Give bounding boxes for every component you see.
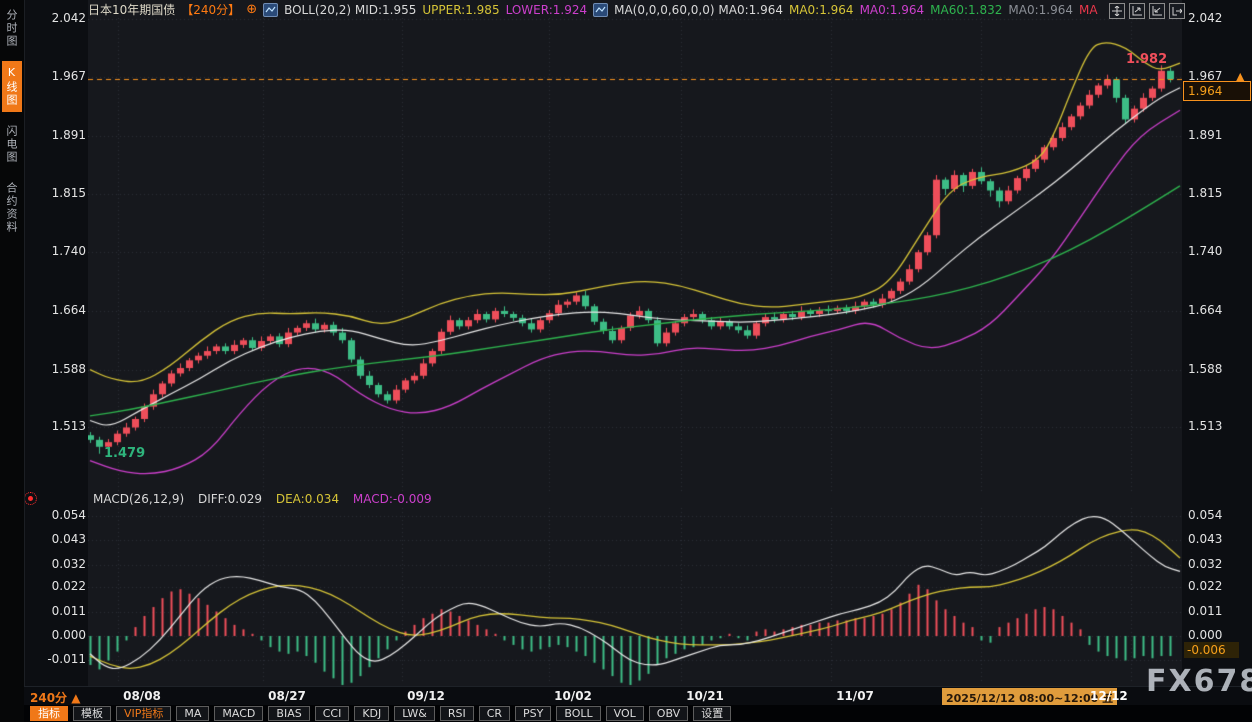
price-label-right: 1.588 [1188,362,1222,376]
ma0-gray-label: MA0:1.964 [1008,3,1073,17]
macd-level-label-left: 0.054 [26,508,86,522]
price-label-right: 1.664 [1188,303,1222,317]
date-label: 11/07 [836,689,874,703]
template-button[interactable]: 模板 [73,706,111,721]
chart-header: 日本10年期国债 【240分】 ⊕ BOLL(20,2) MID:1.955 U… [88,2,1098,17]
date-label: 10/02 [554,689,592,703]
sidebar-item-lightning-chart[interactable]: 闪电图 [2,120,22,169]
boll-chart-icon[interactable] [263,3,278,17]
boll-upper-label: UPPER:1.985 [422,3,499,17]
price-label-left: 1.967 [26,69,86,83]
price-label-right: 1.513 [1188,419,1222,433]
date-label: 08/08 [123,689,161,703]
boll-lower-label: LOWER:1.924 [506,3,588,17]
macd-level-label-right: 0.054 [1188,508,1222,522]
indicator-tab-cr[interactable]: CR [479,706,510,721]
macd-level-label-left: 0.000 [26,628,86,642]
price-label-left: 1.513 [26,419,86,433]
chart-tool-icons [1109,3,1185,19]
date-label: 08/27 [268,689,306,703]
period-selector[interactable]: 240分 ▲ [30,689,80,706]
indicator-tab-bias[interactable]: BIAS [268,706,309,721]
macd-header: MACD(26,12,9) DIFF:0.029 DEA:0.034 MACD:… [93,492,442,506]
price-label-left: 1.891 [26,128,86,142]
ma0-white-label: MA0:1.964 [718,3,783,17]
macd-title-label: MACD(26,12,9) [93,492,184,506]
macd-level-label-right: 0.000 [1188,628,1222,642]
price-label-left: 1.815 [26,186,86,200]
sidebar-item-kline-chart[interactable]: K线图 [2,61,22,112]
boll-name-label: BOLL(20,2) MID:1.955 [284,3,416,17]
macd-level-label-right: 0.043 [1188,532,1222,546]
price-label-right: 1.891 [1188,128,1222,142]
ma-chart-icon[interactable] [593,3,608,17]
price-label-right: 1.740 [1188,244,1222,258]
exit-fullscreen-icon[interactable] [1169,3,1185,19]
indicator-tab-lw[interactable]: LW& [394,706,435,721]
kline-macd-chart-canvas[interactable] [88,0,1182,686]
indicator-tab-obv[interactable]: OBV [649,706,688,721]
last-price-box: 1.964 [1183,81,1251,101]
indicator-tab-boll[interactable]: BOLL [556,706,600,721]
macd-diff-label: DIFF:0.029 [198,492,262,506]
macd-macd-label: MACD:-0.009 [353,492,432,506]
high-price-marker: 1.982 [1126,52,1167,67]
date-label: 09/12 [407,689,445,703]
vip-indicator-button[interactable]: VIP指标 [116,706,171,721]
macd-last-value-box: -0.006 [1184,642,1239,658]
macd-level-label-left: 0.032 [26,557,86,571]
macd-level-label-left: 0.011 [26,604,86,618]
sidebar-item-timeshare-chart[interactable]: 分时图 [2,4,22,53]
add-indicator-icon[interactable]: ⊕ [246,2,257,17]
macd-level-label-left: 0.043 [26,532,86,546]
indicator-tab-macd[interactable]: MACD [214,706,263,721]
macd-indicator-icon[interactable] [24,492,37,505]
macd-level-label-left: 0.022 [26,579,86,593]
price-label-right: 2.042 [1188,11,1222,25]
date-label-last: 12/12 [1090,689,1128,703]
macd-level-label-right: 0.032 [1188,557,1222,571]
date-axis-row: 240分 ▲ 2025/12/12 08:00~12:00 五 12/12 08… [24,686,1252,706]
macd-dea-label: DEA:0.034 [276,492,339,506]
boll-mid-label: MID:1.955 [355,3,417,17]
symbol-title: 日本10年期国债 [88,1,175,18]
chart-type-sidebar: 分时图 K线图 闪电图 合约资料 [0,0,25,722]
period-badge: 【240分】 [181,1,240,18]
indicator-tab-rsi[interactable]: RSI [440,706,474,721]
macd-level-label-right: 0.022 [1188,579,1222,593]
zoom-out-axis-icon[interactable] [1149,3,1165,19]
price-label-left: 2.042 [26,11,86,25]
zoom-in-axis-icon[interactable] [1129,3,1145,19]
indicator-tab-kdj[interactable]: KDJ [354,706,389,721]
ma0-magenta-label: MA0:1.964 [860,3,925,17]
price-label-left: 1.740 [26,244,86,258]
macd-level-label-left: -0.011 [26,652,86,666]
indicator-tab-vol[interactable]: VOL [606,706,644,721]
pan-tool-icon[interactable] [1109,3,1125,19]
price-up-arrow-icon[interactable]: ▲ [1236,70,1244,83]
trading-app-window: 分时图 K线图 闪电图 合约资料 日本10年期国债 【240分】 ⊕ BOLL(… [0,0,1252,722]
indicator-tab-psy[interactable]: PSY [515,706,551,721]
low-price-marker: 1.479 [104,446,145,461]
indicator-toolbar: 指标 模板 VIP指标 MA MACD BIAS CCI KDJ LW&RSI CR PSY B… [24,705,1252,722]
ma60-green-label: MA60:1.832 [930,3,1002,17]
indicator-tabs: MA MACD BIAS CCI KDJ LW&RSI CR PSY BOLL VOL OBV [176,706,688,721]
ma0-yellow-label: MA0:1.964 [789,3,854,17]
sidebar-item-contract-info[interactable]: 合约资料 [2,177,22,239]
indicator-tab-cci[interactable]: CCI [315,706,350,721]
macd-level-label-right: 0.011 [1188,604,1222,618]
ma-name-label: MA(0,0,0,60,0,0) MA0:1.964 [614,3,783,17]
date-label: 10/21 [686,689,724,703]
price-label-left: 1.664 [26,303,86,317]
fx678-watermark: FX678 [1146,664,1252,699]
price-label-left: 1.588 [26,362,86,376]
ma-red-label: MA [1079,3,1098,17]
indicator-button[interactable]: 指标 [30,706,68,721]
settings-button[interactable]: 设置 [693,706,731,721]
indicator-tab-ma[interactable]: MA [176,706,209,721]
price-label-right: 1.815 [1188,186,1222,200]
